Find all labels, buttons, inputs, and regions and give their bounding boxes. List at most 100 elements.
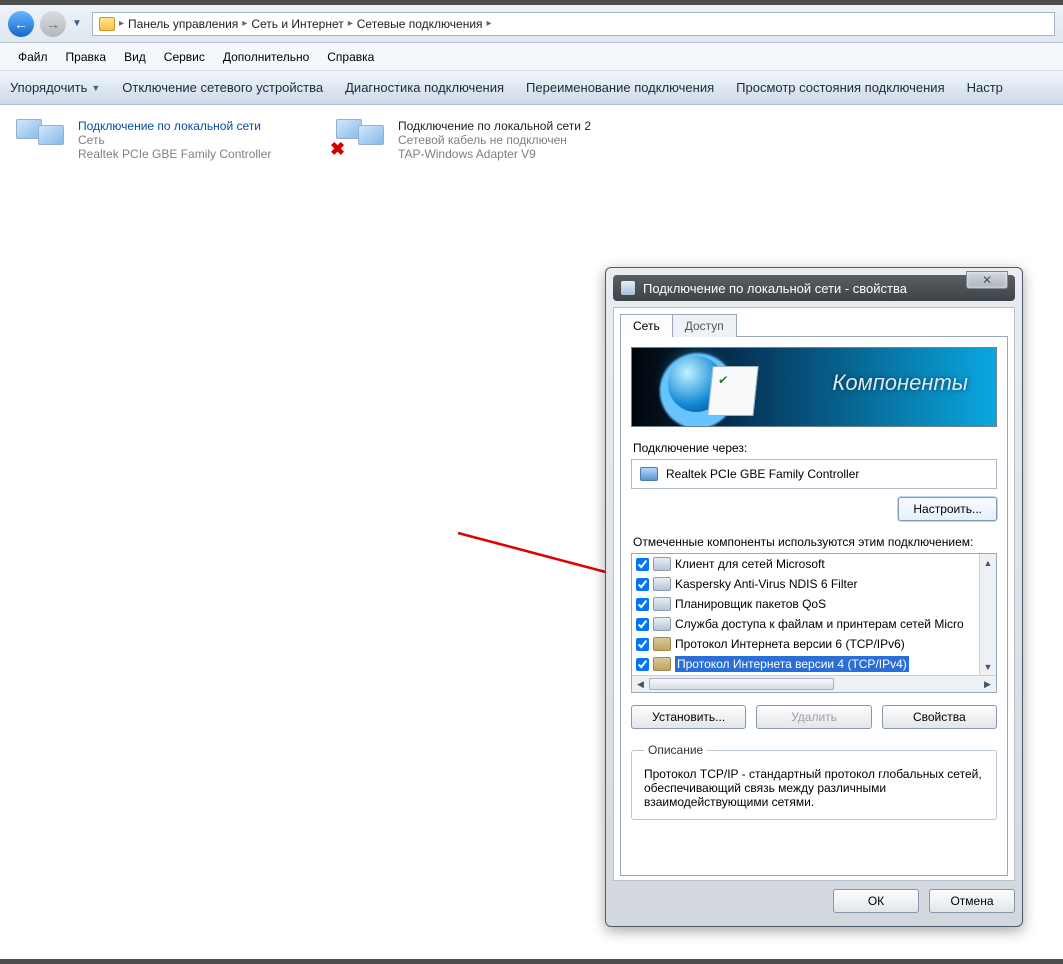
component-label: Kaspersky Anti-Virus NDIS 6 Filter <box>675 577 858 591</box>
network-icon: ✖ <box>336 119 388 159</box>
component-checkbox[interactable] <box>636 658 649 671</box>
cancel-button[interactable]: Отмена <box>929 889 1015 913</box>
toolbar-diagnose[interactable]: Диагностика подключения <box>345 80 504 95</box>
chevron-right-icon: ▸ <box>242 18 247 29</box>
connection-item[interactable]: Подключение по локальной сети Сеть Realt… <box>8 111 318 169</box>
component-icon <box>653 557 671 571</box>
configure-button[interactable]: Настроить... <box>898 497 997 521</box>
list-item[interactable]: Протокол Интернета версии 6 (TCP/IPv6) <box>632 634 979 654</box>
list-item[interactable]: Планировщик пакетов QoS <box>632 594 979 614</box>
connection-device: TAP-Windows Adapter V9 <box>398 147 591 161</box>
menu-edit[interactable]: Правка <box>58 46 115 68</box>
component-label: Планировщик пакетов QoS <box>675 597 826 611</box>
toolbar-view-status[interactable]: Просмотр состояния подключения <box>736 80 944 95</box>
network-icon <box>621 281 635 295</box>
nic-icon <box>640 467 658 481</box>
menu-bar: Файл Правка Вид Сервис Дополнительно Спр… <box>0 43 1063 71</box>
tab-strip: Сеть Доступ <box>620 314 1014 337</box>
nav-history-dropdown[interactable]: ▼ <box>72 18 86 29</box>
chevron-right-icon: ▸ <box>487 18 492 29</box>
toolbar-disable-device[interactable]: Отключение сетевого устройства <box>122 80 323 95</box>
dialog-close-button[interactable]: ✕ <box>966 271 1008 289</box>
connection-status: Сеть <box>78 133 271 147</box>
dialog-footer: ОК Отмена <box>613 889 1015 913</box>
menu-advanced[interactable]: Дополнительно <box>215 46 317 68</box>
component-checkbox[interactable] <box>636 618 649 631</box>
breadcrumb-seg[interactable]: Сеть и Интернет <box>251 17 343 31</box>
remove-button: Удалить <box>756 705 871 729</box>
menu-service[interactable]: Сервис <box>156 46 213 68</box>
components-banner: Компоненты <box>631 347 997 427</box>
explorer-window: ← → ▼ ▸ Панель управления ▸ Сеть и Интер… <box>0 5 1063 959</box>
connection-device: Realtek PCIe GBE Family Controller <box>78 147 271 161</box>
breadcrumb-seg[interactable]: Сетевые подключения <box>357 17 483 31</box>
content-area: Подключение по локальной сети Сеть Realt… <box>0 105 1063 959</box>
folder-icon <box>99 17 115 31</box>
vertical-scrollbar[interactable]: ▲ ▼ <box>979 554 996 675</box>
command-bar: Упорядочить ▼ Отключение сетевого устрой… <box>0 71 1063 105</box>
component-checkbox[interactable] <box>636 558 649 571</box>
network-icon <box>16 119 68 159</box>
component-icon <box>653 617 671 631</box>
toolbar-rename[interactable]: Переименование подключения <box>526 80 714 95</box>
component-icon <box>653 637 671 651</box>
connection-status: Сетевой кабель не подключен <box>398 133 591 147</box>
adapter-label: Подключение через: <box>633 441 995 455</box>
banner-title: Компоненты <box>832 370 968 396</box>
horizontal-scrollbar[interactable]: ◀ ▶ <box>632 675 996 692</box>
chevron-down-icon: ▼ <box>91 83 100 93</box>
scroll-left-icon[interactable]: ◀ <box>632 676 649 692</box>
connection-title: Подключение по локальной сети <box>78 119 271 133</box>
list-item[interactable]: Служба доступа к файлам и принтерам сете… <box>632 614 979 634</box>
error-x-icon: ✖ <box>330 139 345 160</box>
tab-access[interactable]: Доступ <box>672 314 737 337</box>
dialog-titlebar[interactable]: Подключение по локальной сети - свойства <box>613 275 1015 301</box>
menu-view[interactable]: Вид <box>116 46 154 68</box>
components-list: Клиент для сетей Microsoft Kaspersky Anti… <box>631 553 997 693</box>
properties-button[interactable]: Свойства <box>882 705 997 729</box>
connection-item[interactable]: ✖ Подключение по локальной сети 2 Сетево… <box>328 111 638 169</box>
component-label: Протокол Интернета версии 4 (TCP/IPv4) <box>675 656 909 672</box>
chevron-right-icon: ▸ <box>348 18 353 29</box>
component-checkbox[interactable] <box>636 578 649 591</box>
dialog-body: Сеть Доступ Компоненты Подключение через… <box>613 307 1015 881</box>
nav-forward-button[interactable]: → <box>40 11 66 37</box>
scroll-thumb[interactable] <box>649 678 834 690</box>
toolbar-config[interactable]: Настр <box>967 80 1003 95</box>
component-checkbox[interactable] <box>636 598 649 611</box>
menu-help[interactable]: Справка <box>319 46 382 68</box>
address-bar: ← → ▼ ▸ Панель управления ▸ Сеть и Интер… <box>0 5 1063 43</box>
component-icon <box>653 597 671 611</box>
tab-panel-network: Компоненты Подключение через: Realtek PC… <box>620 336 1008 876</box>
list-item[interactable]: Протокол Интернета версии 4 (TCP/IPv4) <box>632 654 979 674</box>
scroll-right-icon[interactable]: ▶ <box>979 676 996 692</box>
checklist-icon <box>707 366 758 416</box>
install-button[interactable]: Установить... <box>631 705 746 729</box>
list-item[interactable]: Клиент для сетей Microsoft <box>632 554 979 574</box>
component-label: Служба доступа к файлам и принтерам сете… <box>675 617 964 631</box>
component-checkbox[interactable] <box>636 638 649 651</box>
scroll-down-icon[interactable]: ▼ <box>980 658 996 675</box>
breadcrumb[interactable]: ▸ Панель управления ▸ Сеть и Интернет ▸ … <box>92 12 1055 36</box>
adapter-field: Realtek PCIe GBE Family Controller <box>631 459 997 489</box>
dialog-title: Подключение по локальной сети - свойства <box>643 281 907 296</box>
connection-title: Подключение по локальной сети 2 <box>398 119 591 133</box>
properties-dialog: ✕ Подключение по локальной сети - свойст… <box>605 267 1023 927</box>
component-icon <box>653 657 671 671</box>
adapter-name: Realtek PCIe GBE Family Controller <box>666 467 859 481</box>
ok-button[interactable]: ОК <box>833 889 919 913</box>
toolbar-organize[interactable]: Упорядочить ▼ <box>10 80 100 95</box>
menu-file[interactable]: Файл <box>10 46 56 68</box>
component-label: Протокол Интернета версии 6 (TCP/IPv6) <box>675 637 905 651</box>
breadcrumb-seg[interactable]: Панель управления <box>128 17 238 31</box>
scroll-up-icon[interactable]: ▲ <box>980 554 996 571</box>
component-icon <box>653 577 671 591</box>
component-label: Клиент для сетей Microsoft <box>675 557 825 571</box>
description-legend: Описание <box>644 743 707 757</box>
nav-back-button[interactable]: ← <box>8 11 34 37</box>
tab-network[interactable]: Сеть <box>620 314 673 337</box>
components-label: Отмеченные компоненты используются этим … <box>633 535 995 549</box>
description-text: Протокол TCP/IP - стандартный протокол г… <box>644 767 984 809</box>
description-box: Описание Протокол TCP/IP - стандартный п… <box>631 743 997 820</box>
list-item[interactable]: Kaspersky Anti-Virus NDIS 6 Filter <box>632 574 979 594</box>
